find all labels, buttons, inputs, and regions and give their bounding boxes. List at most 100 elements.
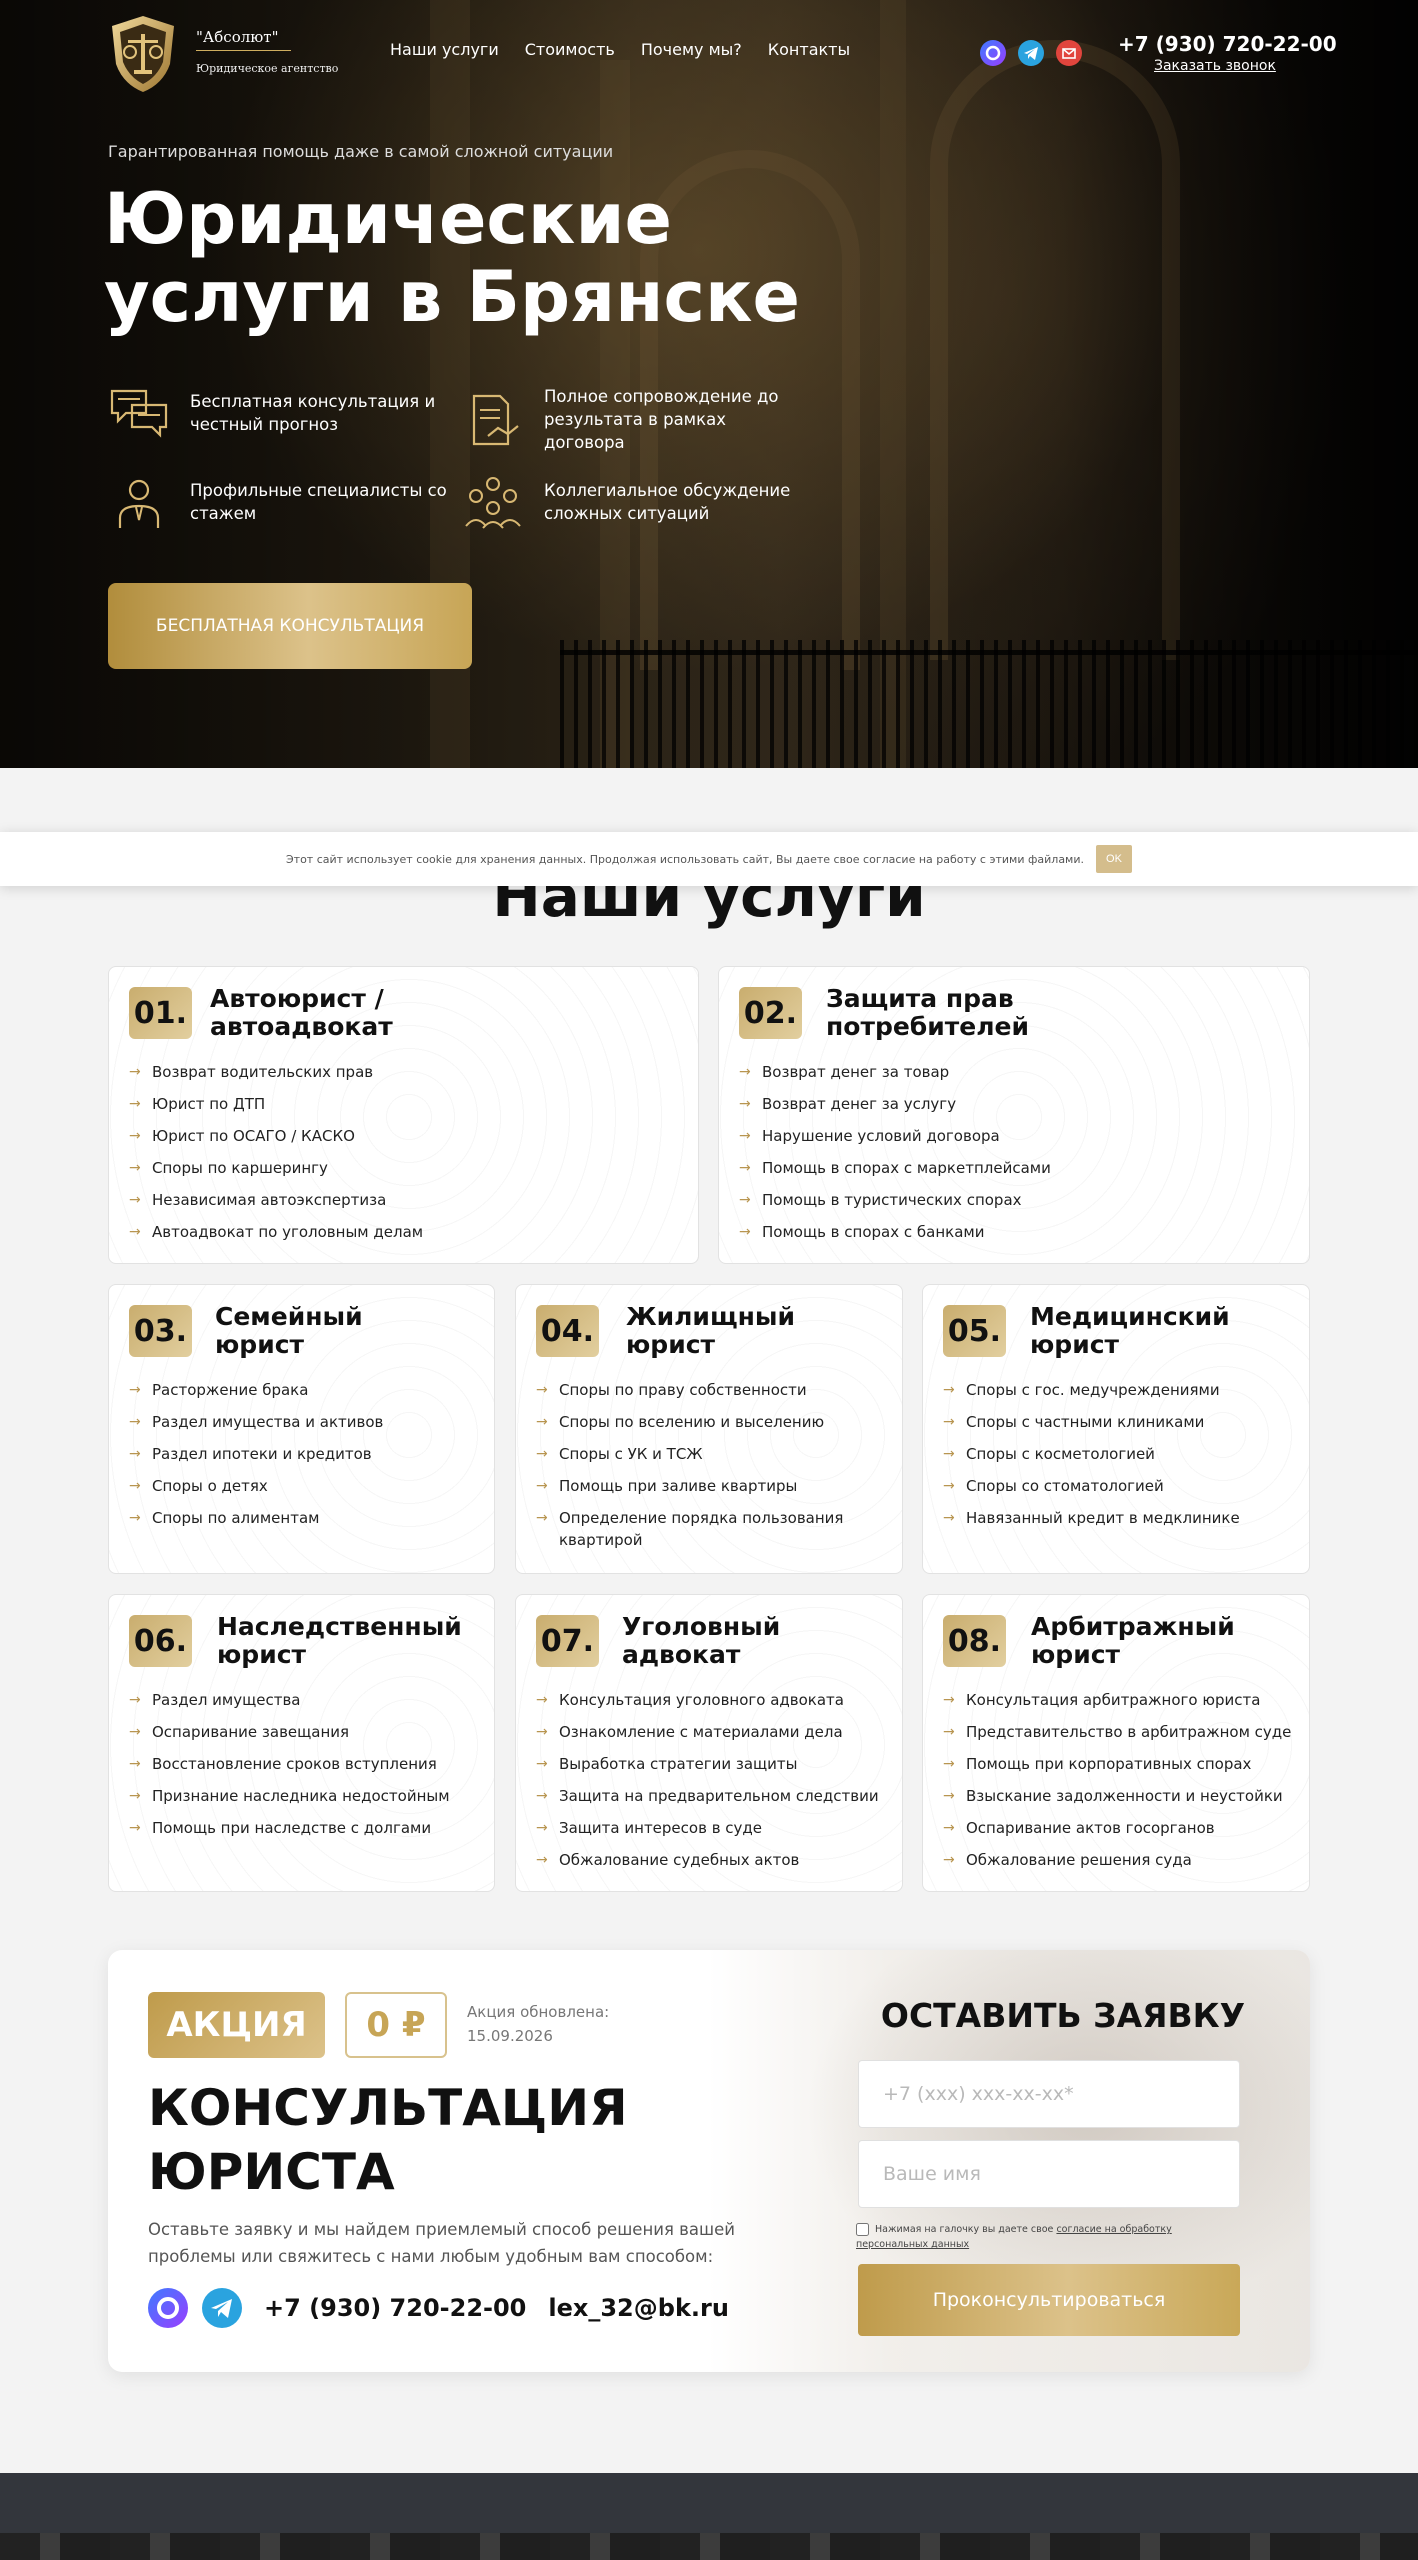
promo-phone[interactable]: +7 (930) 720-22-00: [264, 2294, 526, 2322]
consent-label: Нажимая на галочку вы даете свое согласи…: [856, 2222, 1236, 2252]
list-item[interactable]: Помощь при заливе квартиры: [536, 1475, 886, 1497]
list-item[interactable]: Восстановление сроков вступления: [129, 1753, 450, 1775]
list-item[interactable]: Юрист по ДТП: [129, 1093, 423, 1115]
list-item[interactable]: Споры по алиментам: [129, 1507, 383, 1529]
cookie-ok-button[interactable]: OK: [1096, 845, 1132, 873]
promo-email[interactable]: lex_32@bk.ru: [548, 2294, 729, 2322]
list-item[interactable]: Взыскание задолженности и неустойки: [943, 1785, 1291, 1807]
cookie-text: Этот сайт использует cookie для хранения…: [285, 852, 1084, 866]
promo-badge: АКЦИЯ: [148, 1992, 325, 2058]
submit-button[interactable]: Проконсультироваться: [858, 2264, 1240, 2336]
card-list: Возврат водительских прав Юрист по ДТП Ю…: [129, 1061, 423, 1253]
telegram-icon[interactable]: [202, 2288, 242, 2328]
max-icon[interactable]: [980, 40, 1006, 66]
service-card[interactable]: 06. Наследственный юрист Раздел имуществ…: [108, 1594, 495, 1892]
service-card[interactable]: 01. Автоюрист / автоадвокат Возврат води…: [108, 966, 699, 1264]
list-item[interactable]: Споры с частными клиниками: [943, 1411, 1240, 1433]
header-phone[interactable]: +7 (930) 720-22-00: [1118, 32, 1337, 56]
list-item[interactable]: Возврат денег за услугу: [739, 1093, 1051, 1115]
promo-title-line: КОНСУЛЬТАЦИЯ: [148, 2079, 628, 2137]
list-item[interactable]: Нарушение условий договора: [739, 1125, 1051, 1147]
card-number: 04.: [536, 1305, 599, 1357]
list-item[interactable]: Споры о детях: [129, 1475, 383, 1497]
main-nav: Наши услуги Стоимость Почему мы? Контакт…: [390, 40, 850, 59]
card-title: Автоюрист / автоадвокат: [210, 984, 393, 1041]
promo-updated-date: 15.09.2026: [467, 2027, 553, 2045]
list-item[interactable]: Автоадвокат по уголовным делам: [129, 1221, 423, 1243]
list-item[interactable]: Споры с гос. медучреждениями: [943, 1379, 1240, 1401]
telegram-icon[interactable]: [1018, 40, 1044, 66]
phone-input[interactable]: [858, 2060, 1240, 2128]
card-title: Медицинский юрист: [1030, 1302, 1230, 1359]
list-item[interactable]: Раздел имущества: [129, 1689, 450, 1711]
promo-price: 0 ₽: [345, 1992, 447, 2058]
list-item[interactable]: Помощь в туристических спорах: [739, 1189, 1051, 1211]
promo-title: КОНСУЛЬТАЦИЯ ЮРИСТА: [148, 2076, 628, 2204]
list-item[interactable]: Оспаривание актов госорганов: [943, 1817, 1291, 1839]
list-item[interactable]: Расторжение брака: [129, 1379, 383, 1401]
service-card[interactable]: 07. Уголовный адвокат Консультация уголо…: [515, 1594, 903, 1892]
list-item[interactable]: Выработка стратегии защиты: [536, 1753, 879, 1775]
list-item[interactable]: Оспаривание завещания: [129, 1721, 450, 1743]
list-item[interactable]: Представительство в арбитражном суде: [943, 1721, 1291, 1743]
list-item[interactable]: Споры со стоматологией: [943, 1475, 1240, 1497]
promo-updated-label: Акция обновлена:: [467, 2003, 610, 2021]
card-title: Уголовный адвокат: [622, 1612, 781, 1669]
list-item[interactable]: Помощь в спорах с маркетплейсами: [739, 1157, 1051, 1179]
list-item[interactable]: Споры с косметологией: [943, 1443, 1240, 1465]
list-item[interactable]: Навязанный кредит в медклинике: [943, 1507, 1240, 1529]
name-input[interactable]: [858, 2140, 1240, 2208]
form-title: ОСТАВИТЬ ЗАЯВКУ: [880, 1996, 1246, 2035]
logo[interactable]: "Абсолют" Юридическое агентство: [108, 14, 338, 94]
list-item[interactable]: Помощь при наследстве с долгами: [129, 1817, 450, 1839]
max-icon[interactable]: [148, 2288, 188, 2328]
list-item[interactable]: Раздел ипотеки и кредитов: [129, 1443, 383, 1465]
nav-link-pricing[interactable]: Стоимость: [525, 40, 615, 59]
email-icon[interactable]: [1056, 40, 1082, 66]
list-item[interactable]: Споры с УК и ТСЖ: [536, 1443, 886, 1465]
callback-link[interactable]: Заказать звонок: [1154, 58, 1276, 74]
card-title: Арбитражный юрист: [1031, 1612, 1235, 1669]
feature-text: Профильные специалисты со стажем: [190, 481, 447, 523]
list-item[interactable]: Консультация уголовного адвоката: [536, 1689, 879, 1711]
list-item[interactable]: Помощь при корпоративных спорах: [943, 1753, 1291, 1775]
list-item[interactable]: Обжалование судебных актов: [536, 1849, 879, 1871]
consent-checkbox[interactable]: [856, 2223, 869, 2236]
list-item[interactable]: Обжалование решения суда: [943, 1849, 1291, 1871]
card-number: 02.: [739, 987, 802, 1039]
nav-link-services[interactable]: Наши услуги: [390, 40, 499, 59]
list-item[interactable]: Ознакомление с материалами дела: [536, 1721, 879, 1743]
list-item[interactable]: Помощь в спорах с банками: [739, 1221, 1051, 1243]
service-card[interactable]: 03. Семейный юрист Расторжение брака Раз…: [108, 1284, 495, 1574]
list-item[interactable]: Споры по вселению и выселению: [536, 1411, 886, 1433]
list-item[interactable]: Признание наследника недостойным: [129, 1785, 450, 1807]
hero-section: "Абсолют" Юридическое агентство Наши усл…: [0, 0, 1418, 768]
list-item[interactable]: Возврат денег за товар: [739, 1061, 1051, 1083]
list-item[interactable]: Защита на предварительном следствии: [536, 1785, 879, 1807]
cookie-banner: Этот сайт использует cookie для хранения…: [0, 832, 1418, 886]
service-card[interactable]: 04. Жилищный юрист Споры по праву собств…: [515, 1284, 903, 1574]
list-item[interactable]: Определение порядка пользования квартиро…: [536, 1507, 886, 1551]
service-card[interactable]: 08. Арбитражный юрист Консультация арбит…: [922, 1594, 1310, 1892]
feature-item: Коллегиальное обсуждение сложных ситуаци…: [462, 474, 802, 530]
shield-logo-icon: [112, 16, 174, 92]
nav-link-why-us[interactable]: Почему мы?: [641, 40, 742, 59]
card-number: 03.: [129, 1305, 192, 1357]
promo-title-line: ЮРИСТА: [148, 2143, 395, 2201]
free-consultation-button[interactable]: БЕСПЛАТНАЯ КОНСУЛЬТАЦИЯ: [108, 583, 472, 669]
list-item[interactable]: Споры по праву собственности: [536, 1379, 886, 1401]
service-card[interactable]: 05. Медицинский юрист Споры с гос. медуч…: [922, 1284, 1310, 1574]
list-item[interactable]: Защита интересов в суде: [536, 1817, 879, 1839]
feature-item: Полное сопровождение до результата в рам…: [462, 385, 802, 454]
footer-band: [0, 2473, 1418, 2560]
list-item[interactable]: Юрист по ОСАГО / КАСКО: [129, 1125, 423, 1147]
nav-link-contacts[interactable]: Контакты: [768, 40, 850, 59]
card-list: Расторжение брака Раздел имущества и акт…: [129, 1379, 383, 1539]
list-item[interactable]: Возврат водительских прав: [129, 1061, 423, 1083]
list-item[interactable]: Консультация арбитражного юриста: [943, 1689, 1291, 1711]
list-item[interactable]: Независимая автоэкспертиза: [129, 1189, 423, 1211]
card-list: Возврат денег за товар Возврат денег за …: [739, 1061, 1051, 1253]
list-item[interactable]: Споры по каршерингу: [129, 1157, 423, 1179]
service-card[interactable]: 02. Защита прав потребителей Возврат ден…: [718, 966, 1310, 1264]
list-item[interactable]: Раздел имущества и активов: [129, 1411, 383, 1433]
